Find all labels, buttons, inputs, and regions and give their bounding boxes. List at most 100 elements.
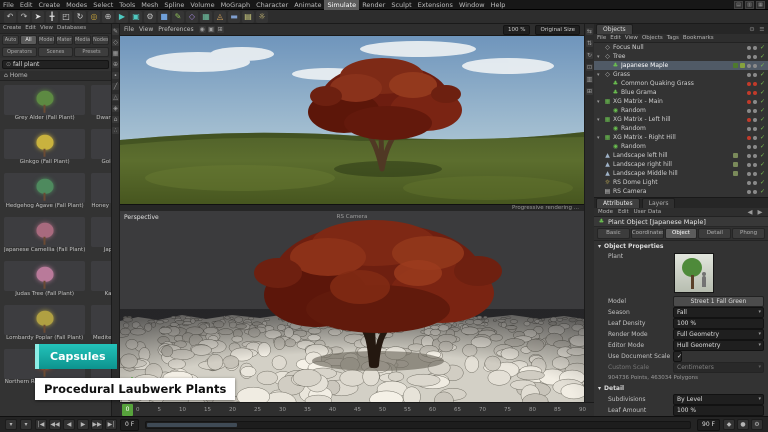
menu-item[interactable]: Extensions bbox=[415, 0, 456, 10]
material-chip[interactable] bbox=[733, 126, 738, 131]
editor-visibility-dot[interactable] bbox=[747, 127, 751, 131]
toolbar-icon[interactable]: ✎ bbox=[172, 11, 184, 23]
material-chip[interactable] bbox=[740, 171, 745, 176]
menu-item[interactable]: Edit bbox=[17, 0, 36, 10]
render-visibility-dot[interactable] bbox=[753, 100, 757, 104]
toolbar-icon[interactable]: ⊕ bbox=[102, 11, 114, 23]
material-chip[interactable] bbox=[740, 45, 745, 50]
object-row[interactable]: ▾ ◇ Grass ✓ bbox=[594, 70, 768, 79]
material-chip[interactable] bbox=[740, 90, 745, 95]
material-chip[interactable] bbox=[740, 54, 745, 59]
render-visibility-dot[interactable] bbox=[753, 109, 757, 113]
expand-arrow-icon[interactable]: ▾ bbox=[597, 72, 602, 78]
key-option-icon[interactable]: ● bbox=[737, 419, 749, 430]
attribute-value[interactable]: Fall bbox=[673, 307, 764, 318]
transport-button[interactable]: ◀ bbox=[63, 419, 75, 430]
enable-checkmark[interactable]: ✓ bbox=[759, 116, 766, 123]
attribute-value[interactable]: Full Geometry bbox=[673, 329, 764, 340]
zoom-level[interactable]: 100 % bbox=[503, 25, 530, 35]
toolbar-icon[interactable]: ↷ bbox=[18, 11, 30, 23]
render-view[interactable] bbox=[120, 36, 584, 204]
viewport-canvas[interactable] bbox=[120, 211, 584, 402]
render-visibility-dot[interactable] bbox=[753, 46, 757, 50]
object-row[interactable]: ▾ ▦ XG Matrix - Left hill ✓ bbox=[594, 115, 768, 124]
editor-visibility-dot[interactable] bbox=[747, 91, 751, 95]
asset-browser-menu[interactable]: Create bbox=[3, 25, 21, 32]
asset-browser-menu[interactable]: Databases bbox=[57, 25, 86, 32]
render-visibility-dot[interactable] bbox=[753, 64, 757, 68]
menu-item[interactable]: Tools bbox=[116, 0, 138, 10]
menu-item[interactable]: Animate bbox=[291, 0, 324, 10]
object-manager-menu[interactable]: View bbox=[625, 34, 638, 42]
enable-checkmark[interactable]: ✓ bbox=[759, 125, 766, 132]
mode-icon[interactable]: ⊕ bbox=[112, 61, 119, 68]
attribute-value[interactable]: Street 1 Fall Green bbox=[673, 296, 764, 307]
object-row[interactable]: ◉ Random ✓ bbox=[594, 124, 768, 133]
expand-arrow-icon[interactable]: ▾ bbox=[597, 99, 602, 105]
material-chip[interactable] bbox=[733, 180, 738, 185]
project-dropdown-icon[interactable]: ▾ bbox=[5, 419, 17, 430]
material-chip[interactable] bbox=[740, 63, 745, 68]
material-chip[interactable] bbox=[740, 72, 745, 77]
mode-icon[interactable]: ✎ bbox=[112, 28, 119, 35]
editor-visibility-dot[interactable] bbox=[747, 118, 751, 122]
layout-icon[interactable]: ▥ bbox=[745, 1, 754, 9]
attribute-manager-tab[interactable]: Layers bbox=[642, 198, 676, 208]
enable-checkmark[interactable]: ✓ bbox=[759, 161, 766, 168]
view-icon[interactable]: ▥ bbox=[586, 76, 593, 83]
tab-objects[interactable]: Objects bbox=[596, 24, 633, 34]
attribute-tab[interactable]: Basic bbox=[597, 228, 630, 239]
menu-item[interactable]: Character bbox=[253, 0, 291, 10]
material-chip[interactable] bbox=[740, 153, 745, 158]
material-chip[interactable] bbox=[740, 126, 745, 131]
timeline-ruler[interactable]: 0 051015202530354045505560657075808590 bbox=[120, 402, 594, 416]
toolbar-icon[interactable]: ▦ bbox=[200, 11, 212, 23]
toolbar-icon[interactable]: ◬ bbox=[214, 11, 226, 23]
asset-item[interactable]: Golden Rain Tree (Fall Plant) bbox=[89, 127, 111, 168]
editor-visibility-dot[interactable] bbox=[747, 82, 751, 86]
asset-item[interactable]: Lombardy Poplar (Fall Plant) bbox=[2, 303, 87, 344]
asset-item[interactable]: Dwarf Mountain Pine (Fall Plant) bbox=[89, 83, 111, 124]
asset-item[interactable]: Judas Tree (Fall Plant) bbox=[2, 259, 87, 300]
toolbar-icon[interactable]: ■ bbox=[158, 11, 170, 23]
mode-icon[interactable]: △ bbox=[112, 94, 119, 101]
toolbar-icon[interactable]: ▶ bbox=[116, 11, 128, 23]
toolbar-icon[interactable]: ⚙ bbox=[144, 11, 156, 23]
asset-filter-tab[interactable]: Auto bbox=[2, 35, 19, 45]
expand-arrow-icon[interactable]: ▾ bbox=[597, 135, 602, 141]
collapse-arrow-icon[interactable]: ▾ bbox=[598, 385, 601, 392]
render-view-menu[interactable]: File bbox=[124, 26, 134, 33]
editor-visibility-dot[interactable] bbox=[747, 163, 751, 167]
material-chip[interactable] bbox=[733, 117, 738, 122]
view-icon[interactable]: ⊡ bbox=[586, 64, 593, 71]
object-row[interactable]: ▲ Landscape left hill ✓ bbox=[594, 151, 768, 160]
object-row[interactable]: ☼ RS Dome Light ✓ bbox=[594, 178, 768, 187]
asset-filter-tab[interactable]: Scenes bbox=[38, 47, 73, 57]
transport-button[interactable]: ▶▶ bbox=[91, 419, 103, 430]
material-chip[interactable] bbox=[733, 99, 738, 104]
menu-item[interactable]: File bbox=[0, 0, 17, 10]
editor-visibility-dot[interactable] bbox=[747, 64, 751, 68]
enable-checkmark[interactable]: ✓ bbox=[759, 188, 766, 195]
object-manager-menu[interactable]: Bookmarks bbox=[683, 34, 714, 42]
object-manager-icon[interactable]: ≡ bbox=[758, 25, 766, 33]
material-chip[interactable] bbox=[733, 171, 738, 176]
object-row[interactable]: ▤ RS Camera ✓ bbox=[594, 187, 768, 196]
object-row[interactable]: ♣ Blue Grama ✓ bbox=[594, 88, 768, 97]
object-manager-menu[interactable]: Edit bbox=[610, 34, 621, 42]
editor-visibility-dot[interactable] bbox=[747, 154, 751, 158]
attribute-tab[interactable]: Phong bbox=[732, 228, 765, 239]
toolbar-icon[interactable]: ◰ bbox=[60, 11, 72, 23]
menu-item[interactable]: Help bbox=[488, 0, 509, 10]
mode-icon[interactable]: ∴ bbox=[112, 127, 119, 134]
asset-filter-tab[interactable]: Operators bbox=[2, 47, 37, 57]
enable-checkmark[interactable]: ✓ bbox=[759, 98, 766, 105]
editor-visibility-dot[interactable] bbox=[747, 55, 751, 59]
toolbar-icon[interactable]: ◇ bbox=[186, 11, 198, 23]
material-chip[interactable] bbox=[733, 54, 738, 59]
render-view-icon[interactable]: ▣ bbox=[208, 26, 215, 33]
enable-checkmark[interactable]: ✓ bbox=[759, 80, 766, 87]
render-visibility-dot[interactable] bbox=[753, 163, 757, 167]
attribute-tab[interactable]: Detail bbox=[698, 228, 731, 239]
render-visibility-dot[interactable] bbox=[753, 73, 757, 77]
